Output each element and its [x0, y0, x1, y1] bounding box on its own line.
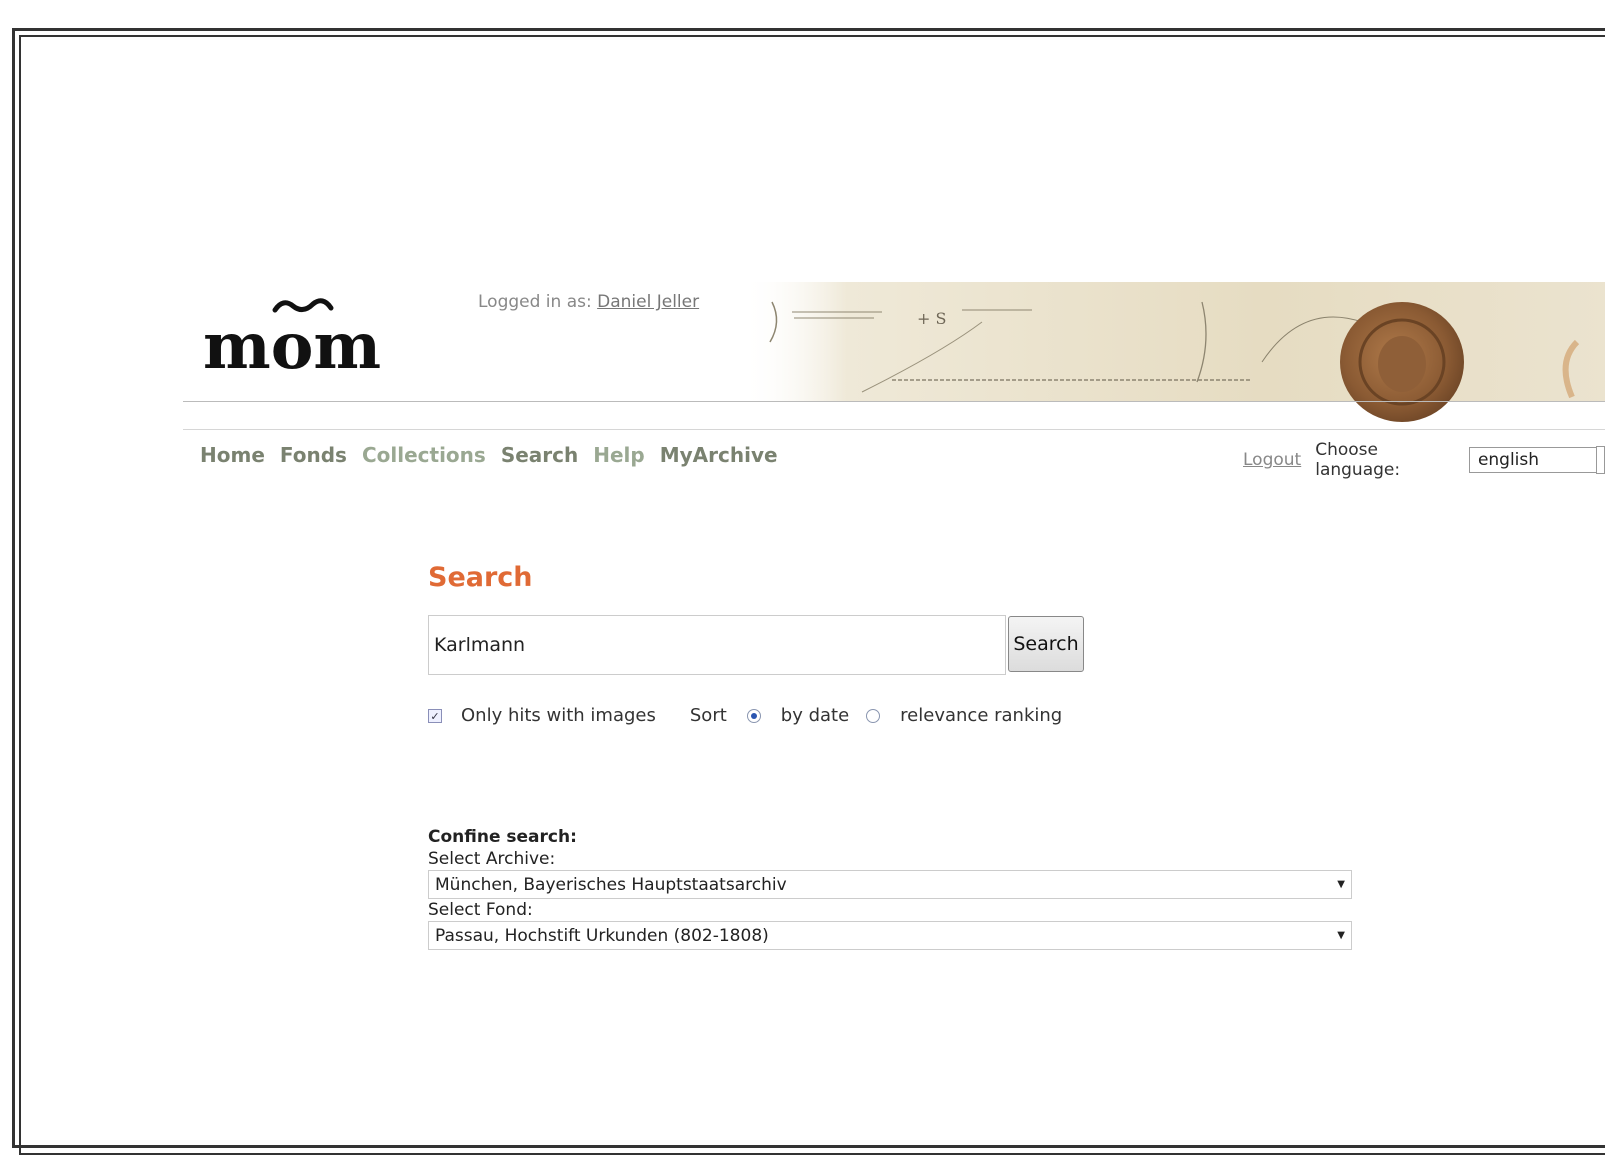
- fond-select-value: Passau, Hochstift Urkunden (802-1808): [435, 925, 769, 946]
- confine-heading: Confine search:: [428, 827, 577, 847]
- mom-logo[interactable]: mom: [203, 290, 388, 380]
- manuscript-banner-image: + S: [742, 282, 1605, 422]
- only-images-label: Only hits with images: [461, 705, 656, 726]
- archive-label: Select Archive:: [428, 849, 556, 869]
- logout-link[interactable]: Logout: [1243, 450, 1301, 470]
- search-options: ✓ Only hits with images Sort by date rel…: [428, 705, 1062, 726]
- only-images-checkbox[interactable]: ✓: [428, 708, 442, 723]
- user-name-link[interactable]: Daniel Jeller: [597, 292, 699, 312]
- sort-by-date-label: by date: [780, 705, 850, 726]
- archive-select[interactable]: München, Bayerisches Hauptstaatsarchiv ▼: [428, 870, 1352, 899]
- nav-fonds[interactable]: Fonds: [280, 443, 347, 467]
- sort-relevance-label: relevance ranking: [900, 705, 1063, 726]
- header-divider-bottom: [183, 429, 1605, 430]
- logged-in-status: Logged in as: Daniel Jeller: [478, 292, 699, 312]
- page-title: Search: [428, 562, 533, 593]
- nav-help[interactable]: Help: [593, 443, 644, 467]
- logo-text: mom: [203, 309, 381, 380]
- chevron-down-icon: ▼: [1337, 930, 1345, 941]
- fond-select[interactable]: Passau, Hochstift Urkunden (802-1808) ▼: [428, 921, 1352, 950]
- archive-select-value: München, Bayerisches Hauptstaatsarchiv: [435, 874, 787, 895]
- sort-relevance-radio[interactable]: [866, 708, 881, 723]
- language-select[interactable]: english: [1468, 447, 1596, 473]
- window-frame-inner: [19, 35, 1605, 1155]
- nav-search[interactable]: Search: [501, 443, 578, 467]
- sort-by-date-radio[interactable]: [746, 708, 761, 723]
- confine-search: Confine search: Select Archive: München,…: [428, 826, 1353, 950]
- search-button[interactable]: Search: [1008, 616, 1084, 672]
- language-select-button[interactable]: [1595, 446, 1605, 474]
- main-nav: Home Fonds Collections Search Help MyArc…: [200, 443, 778, 467]
- nav-myarchive[interactable]: MyArchive: [660, 443, 778, 467]
- radio-selected-dot: [750, 712, 757, 719]
- sort-label: Sort: [689, 705, 727, 726]
- user-controls: Logout Choose language: english: [1243, 440, 1605, 480]
- nav-home[interactable]: Home: [200, 443, 265, 467]
- header-divider-top: [183, 401, 1605, 402]
- nav-collections[interactable]: Collections: [362, 443, 486, 467]
- logged-in-label: Logged in as:: [478, 292, 592, 312]
- fond-label: Select Fond:: [428, 900, 533, 920]
- chevron-down-icon: ▼: [1337, 879, 1345, 890]
- search-input[interactable]: [428, 615, 1006, 675]
- language-label: Choose language:: [1315, 440, 1401, 480]
- svg-text:+ S: + S: [917, 309, 946, 328]
